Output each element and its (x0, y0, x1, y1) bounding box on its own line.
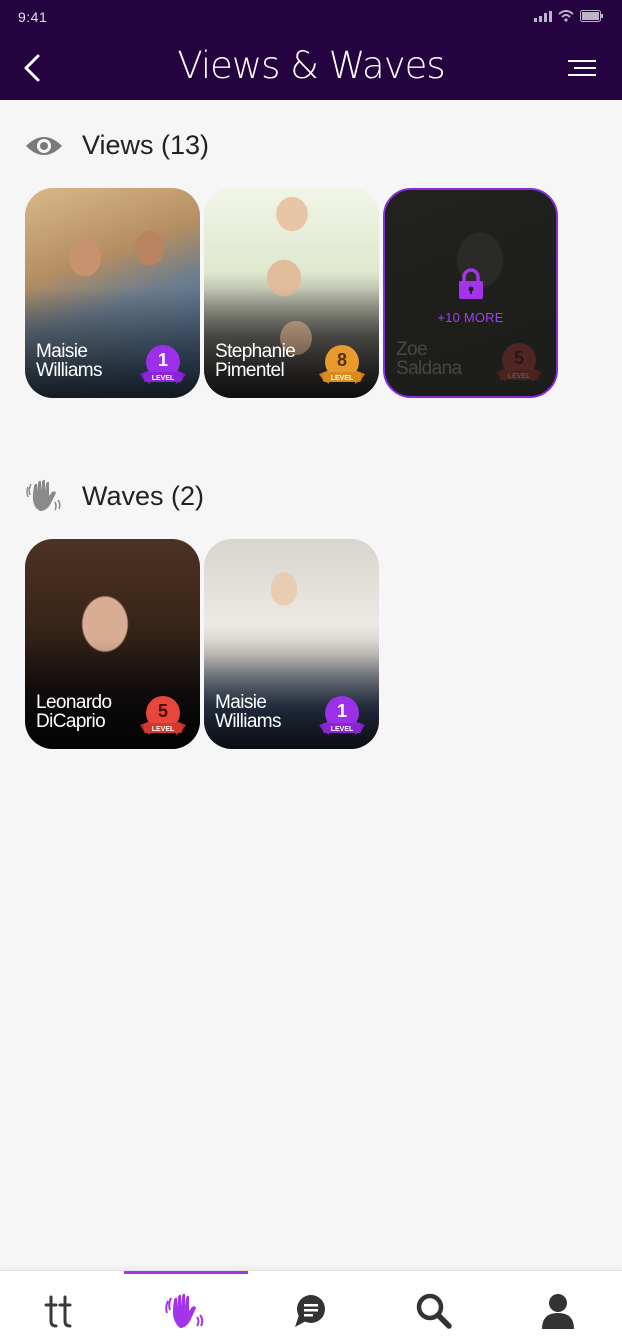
svg-text:8: 8 (337, 350, 347, 370)
wave-hand-icon (26, 479, 61, 511)
view-card-locked-more[interactable]: Zoe Saldana 5 LEVEL +10 MORE (383, 188, 558, 398)
nav-chat[interactable] (248, 1271, 372, 1344)
view-card-stephanie-pimentel[interactable]: Stephanie Pimentel 8 LEVEL (204, 188, 379, 398)
wave-card-maisie-williams[interactable]: Maisie Williams 1 LEVEL (204, 539, 379, 749)
logo-icon (44, 1295, 72, 1328)
views-header: Views (13) (24, 130, 209, 161)
page-title: Views & Waves (177, 44, 445, 87)
wifi-icon (558, 10, 574, 22)
signal-icon (534, 10, 552, 22)
level-badge: 1 LEVEL (319, 696, 365, 735)
nav-waves[interactable] (124, 1271, 248, 1344)
svg-text:5: 5 (158, 701, 168, 721)
status-time: 9:41 (18, 9, 48, 25)
waves-title: Waves (2) (82, 480, 205, 511)
card-name: Maisie Williams (215, 692, 282, 732)
svg-text:5: 5 (514, 348, 524, 368)
card-name: Zoe Saldana (396, 339, 462, 379)
level-badge: 1 LEVEL (140, 345, 186, 384)
view-card-maisie-williams[interactable]: Maisie Williams 1 LEVEL (25, 188, 200, 398)
svg-text:LEVEL: LEVEL (508, 373, 531, 380)
bottom-nav (0, 1270, 622, 1344)
more-views-label: +10 MORE (437, 310, 504, 325)
lock-icon (459, 268, 483, 299)
nav-profile[interactable] (496, 1271, 620, 1344)
card-name: Maisie Williams (36, 341, 103, 381)
profile-icon (542, 1294, 574, 1329)
header-bar: 9:41 Views & Waves (0, 0, 622, 100)
menu-icon[interactable] (566, 58, 598, 80)
level-badge: 8 LEVEL (319, 345, 365, 384)
svg-text:LEVEL: LEVEL (152, 375, 175, 382)
svg-text:LEVEL: LEVEL (331, 375, 354, 382)
nav-home[interactable] (0, 1271, 124, 1344)
level-badge: 5 LEVEL (496, 343, 542, 382)
level-badge: 5 LEVEL (140, 696, 186, 735)
wave-card-leonardo-dicaprio[interactable]: Leonardo DiCaprio 5 LEVEL (25, 539, 200, 749)
svg-text:1: 1 (337, 701, 347, 721)
status-icons (534, 10, 604, 22)
card-name: Leonardo DiCaprio (36, 692, 112, 732)
search-icon (416, 1293, 452, 1329)
nav-search[interactable] (372, 1271, 496, 1344)
svg-text:LEVEL: LEVEL (152, 726, 175, 733)
chat-icon (295, 1295, 325, 1327)
eye-icon (26, 136, 62, 155)
svg-text:1: 1 (158, 350, 168, 370)
waves-header: Waves (2) (24, 478, 204, 514)
svg-text:LEVEL: LEVEL (331, 726, 354, 733)
wave-hand-icon (165, 1293, 204, 1328)
battery-icon (580, 10, 603, 22)
card-name: Stephanie Pimentel (215, 341, 296, 381)
views-title: Views (13) (82, 130, 210, 160)
